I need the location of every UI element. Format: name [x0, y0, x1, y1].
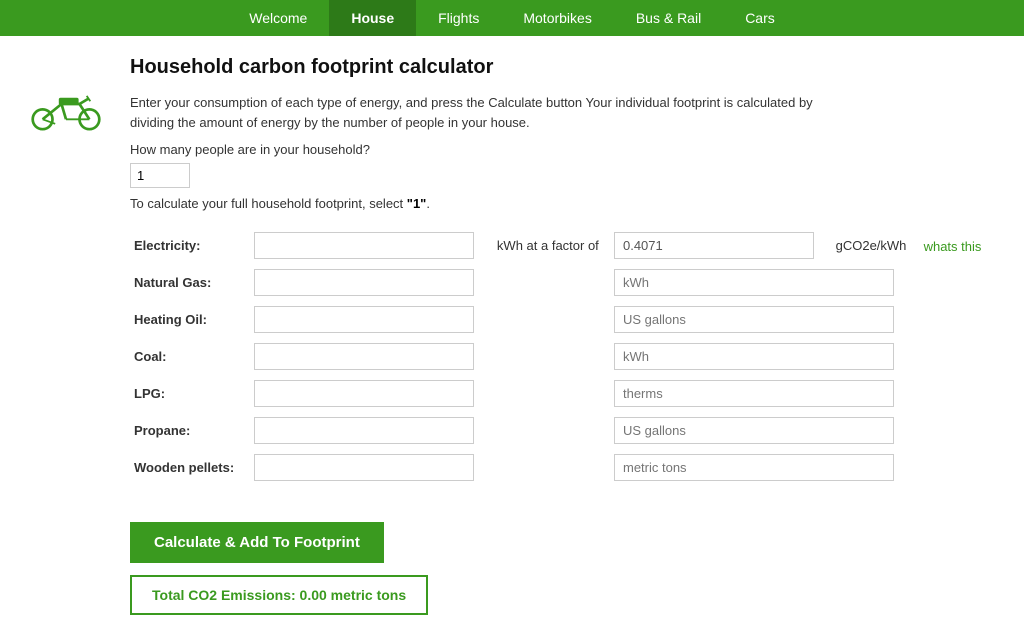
electricity-input[interactable] — [254, 232, 474, 259]
calculate-button[interactable]: Calculate & Add To Footprint — [130, 522, 384, 563]
energy-table: Electricity: kWh at a factor of gCO2e/kW… — [130, 227, 990, 486]
whats-this-link[interactable]: whats this — [920, 239, 982, 254]
coal-row: Coal: — [130, 338, 990, 375]
logo-area — [30, 86, 102, 134]
gcoe-label: gCO2e/kWh — [832, 227, 916, 264]
natural-gas-input[interactable] — [254, 269, 474, 296]
heating-oil-row: Heating Oil: — [130, 301, 990, 338]
factor-input[interactable] — [614, 232, 814, 259]
heating-oil-label: Heating Oil: — [130, 301, 250, 338]
household-question: How many people are in your household? — [130, 142, 990, 157]
select-hint: To calculate your full household footpri… — [130, 196, 990, 211]
wooden-pellets-unit — [614, 454, 894, 481]
nav-bus-rail[interactable]: Bus & Rail — [614, 0, 723, 36]
propane-row: Propane: — [130, 412, 990, 449]
coal-input[interactable] — [254, 343, 474, 370]
main-nav: Welcome House Flights Motorbikes Bus & R… — [0, 0, 1024, 36]
wooden-pellets-input[interactable] — [254, 454, 474, 481]
factor-label: kWh at a factor of — [493, 227, 610, 264]
nav-welcome[interactable]: Welcome — [227, 0, 329, 36]
propane-unit — [614, 417, 894, 444]
electricity-label: Electricity: — [130, 227, 250, 264]
heating-oil-unit — [614, 306, 894, 333]
motorcycle-icon — [30, 86, 102, 131]
lpg-unit — [614, 380, 894, 407]
nav-house[interactable]: House — [329, 0, 416, 36]
nav-motorbikes[interactable]: Motorbikes — [501, 0, 613, 36]
natural-gas-unit — [614, 269, 894, 296]
lpg-row: LPG: — [130, 375, 990, 412]
page-description: Enter your consumption of each type of e… — [130, 93, 850, 132]
coal-label: Coal: — [130, 338, 250, 375]
heating-oil-input[interactable] — [254, 306, 474, 333]
propane-input[interactable] — [254, 417, 474, 444]
nav-cars[interactable]: Cars — [723, 0, 797, 36]
main-content: Household carbon footprint calculator En… — [120, 36, 1020, 635]
coal-unit — [614, 343, 894, 370]
household-input[interactable] — [130, 163, 190, 188]
natural-gas-label: Natural Gas: — [130, 264, 250, 301]
natural-gas-row: Natural Gas: — [130, 264, 990, 301]
wooden-pellets-label: Wooden pellets: — [130, 449, 250, 486]
lpg-label: LPG: — [130, 375, 250, 412]
total-emissions: Total CO2 Emissions: 0.00 metric tons — [130, 575, 428, 615]
nav-flights[interactable]: Flights — [416, 0, 501, 36]
electricity-row: Electricity: kWh at a factor of gCO2e/kW… — [130, 227, 990, 264]
page-title: Household carbon footprint calculator — [130, 56, 990, 79]
lpg-input[interactable] — [254, 380, 474, 407]
wooden-pellets-row: Wooden pellets: — [130, 449, 990, 486]
propane-label: Propane: — [130, 412, 250, 449]
